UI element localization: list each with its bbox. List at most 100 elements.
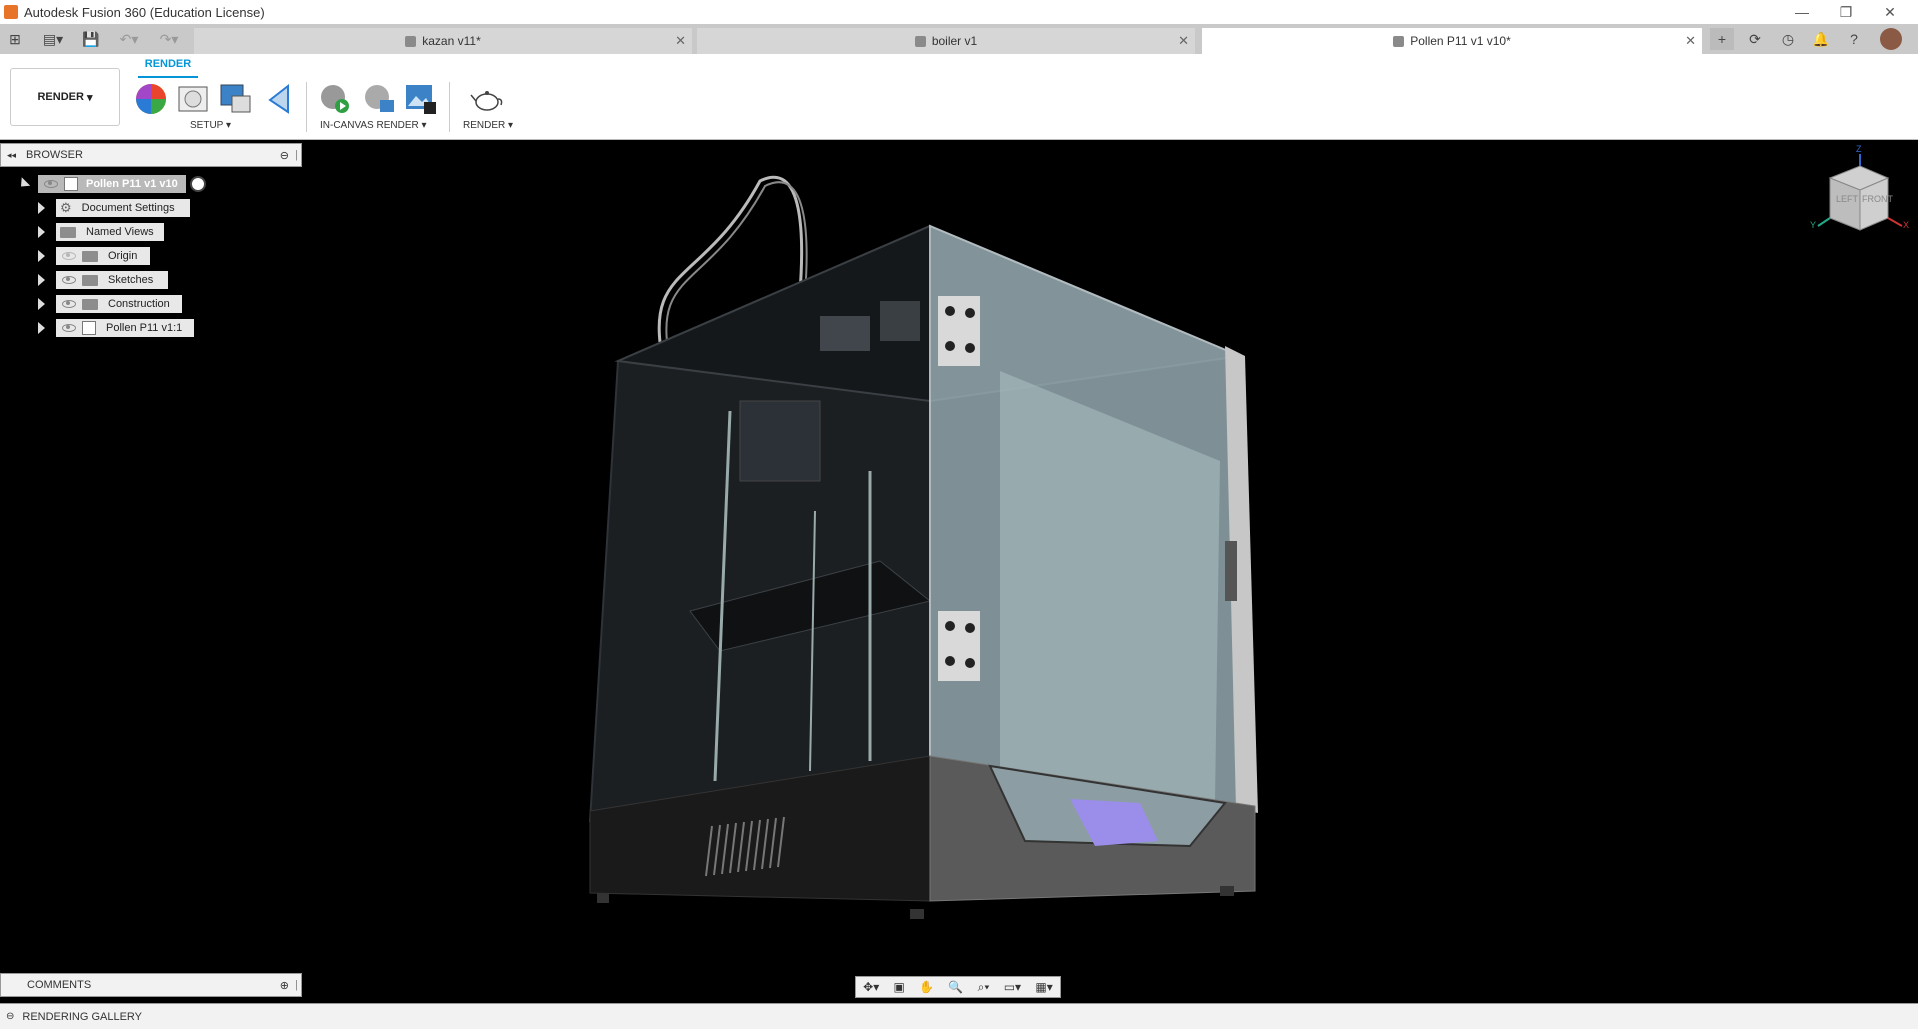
item-label: Pollen P11 v1:1 bbox=[106, 322, 183, 334]
canvas-viewport[interactable] bbox=[0, 141, 1918, 1001]
new-tab-icon[interactable]: + bbox=[1710, 28, 1734, 50]
appearance-icon[interactable] bbox=[134, 82, 168, 116]
browser-item-document-settings[interactable]: ⚙ Document Settings bbox=[38, 199, 190, 217]
visibility-icon[interactable] bbox=[62, 252, 76, 260]
undo-icon[interactable]: ↶▾ bbox=[114, 28, 144, 50]
viewcube[interactable]: LEFT FRONT Z Y X bbox=[1810, 144, 1910, 240]
redo-icon[interactable]: ↷▾ bbox=[154, 28, 184, 50]
title-bar: Autodesk Fusion 360 (Education License) bbox=[0, 0, 1918, 24]
tree-node[interactable]: Origin bbox=[56, 247, 150, 265]
expand-gallery-icon[interactable]: ⊖ bbox=[6, 1011, 14, 1022]
viewcube-front-face[interactable]: FRONT bbox=[1862, 194, 1893, 204]
expand-arrow-icon[interactable] bbox=[38, 250, 45, 262]
ribbon-toolbar: RENDER ▾ RENDER SETUP ▾ IN-CANVAS RENDER… bbox=[0, 54, 1918, 140]
tab-boiler[interactable]: boiler v1 ✕ bbox=[697, 28, 1195, 54]
tree-node[interactable]: Named Views bbox=[56, 223, 164, 241]
pin-icon[interactable]: | bbox=[295, 979, 298, 991]
in-canvas-render-icon[interactable] bbox=[318, 82, 352, 116]
axis-y-label: Y bbox=[1810, 220, 1817, 230]
visibility-icon[interactable] bbox=[62, 276, 76, 284]
render-teapot-icon[interactable] bbox=[470, 82, 504, 116]
notifications-icon[interactable]: 🔔 bbox=[1810, 28, 1832, 50]
job-status-icon[interactable]: ◷ bbox=[1777, 28, 1799, 50]
collapse-panel-icon[interactable]: ◂◂ bbox=[7, 150, 16, 161]
design-icon bbox=[914, 35, 926, 47]
document-tab-bar: ⊞ ▤▾ 💾 ↶▾ ↷▾ kazan v11* ✕ boiler v1 ✕ Po… bbox=[0, 24, 1918, 54]
capture-image-icon[interactable] bbox=[404, 82, 438, 116]
tree-node[interactable]: Construction bbox=[56, 295, 182, 313]
expand-arrow-icon[interactable] bbox=[38, 322, 45, 334]
printer-model bbox=[588, 175, 1258, 919]
visibility-icon[interactable] bbox=[62, 300, 76, 308]
pin-icon[interactable]: | bbox=[295, 149, 298, 161]
maximize-button[interactable]: ❐ bbox=[1824, 0, 1868, 24]
tab-label: Pollen P11 v1 v10* bbox=[1410, 34, 1511, 48]
decal-icon[interactable] bbox=[218, 82, 252, 116]
tree-node[interactable]: ⚙ Document Settings bbox=[56, 199, 190, 217]
look-at-icon[interactable]: ▣ bbox=[894, 980, 905, 994]
close-window-button[interactable]: ✕ bbox=[1868, 0, 1912, 24]
extensions-icon[interactable]: ⟳ bbox=[1744, 28, 1766, 50]
render-group-label[interactable]: RENDER ▾ bbox=[463, 120, 513, 131]
expand-arrow-icon[interactable] bbox=[38, 202, 45, 214]
visibility-icon[interactable] bbox=[62, 324, 76, 332]
close-tab-icon[interactable]: ✕ bbox=[1178, 33, 1189, 49]
display-settings-icon[interactable]: ▭▾ bbox=[1004, 980, 1021, 994]
viewcube-left-face[interactable]: LEFT bbox=[1836, 194, 1858, 204]
close-tab-icon[interactable]: ✕ bbox=[675, 33, 686, 49]
expand-arrow-icon[interactable] bbox=[38, 226, 45, 238]
gear-icon: ⚙ bbox=[60, 200, 72, 215]
tree-node[interactable]: Sketches bbox=[56, 271, 168, 289]
file-menu-icon[interactable]: ▤▾ bbox=[38, 28, 68, 50]
avatar[interactable] bbox=[1880, 28, 1902, 50]
browser-item-sketches[interactable]: Sketches bbox=[38, 271, 168, 289]
component-icon bbox=[64, 177, 78, 191]
item-label: Sketches bbox=[108, 274, 154, 286]
folder-icon bbox=[82, 274, 98, 286]
activate-radio-icon[interactable] bbox=[189, 176, 206, 192]
minimize-button[interactable]: — bbox=[1780, 0, 1824, 24]
tab-label: boiler v1 bbox=[931, 34, 978, 48]
add-comment-icon[interactable]: ⊕ bbox=[280, 979, 289, 992]
design-icon bbox=[1393, 35, 1405, 47]
axis-z-label: Z bbox=[1856, 144, 1862, 154]
item-label: Named Views bbox=[86, 226, 154, 238]
in-canvas-settings-icon[interactable] bbox=[362, 82, 396, 116]
scene-settings-icon[interactable] bbox=[176, 82, 210, 116]
in-canvas-render-group-label[interactable]: IN-CANVAS RENDER ▾ bbox=[320, 120, 427, 131]
browser-item-named-views[interactable]: Named Views bbox=[38, 223, 164, 241]
browser-title: BROWSER bbox=[26, 149, 83, 161]
axis-x-label: X bbox=[1903, 220, 1910, 230]
rendering-gallery-bar[interactable]: ⊖ RENDERING GALLERY bbox=[0, 1003, 1918, 1029]
root-node[interactable]: Pollen P11 v1 v10 bbox=[38, 175, 186, 193]
grid-settings-icon[interactable]: ▦▾ bbox=[1035, 980, 1052, 994]
folder-icon bbox=[60, 226, 76, 238]
pan-icon[interactable]: ✋ bbox=[919, 980, 934, 994]
expand-arrow-icon[interactable] bbox=[38, 298, 45, 310]
browser-root-row[interactable]: Pollen P11 v1 v10 bbox=[16, 175, 206, 193]
expand-arrow-icon[interactable] bbox=[38, 274, 45, 286]
browser-item-construction[interactable]: Construction bbox=[38, 295, 182, 313]
tree-node[interactable]: Pollen P11 v1:1 bbox=[56, 319, 194, 337]
browser-item-component[interactable]: Pollen P11 v1:1 bbox=[38, 319, 194, 337]
zoom-icon[interactable]: 🔍 bbox=[948, 980, 963, 994]
save-icon[interactable]: 💾 bbox=[80, 28, 102, 50]
close-tab-icon[interactable]: ✕ bbox=[1685, 33, 1696, 49]
data-panel-grid-icon[interactable]: ⊞ bbox=[4, 28, 26, 50]
orbit-icon[interactable]: ✥▾ bbox=[863, 980, 879, 994]
divider bbox=[449, 82, 450, 132]
tab-pollen[interactable]: Pollen P11 v1 v10* ✕ bbox=[1202, 28, 1702, 54]
setup-group-label[interactable]: SETUP ▾ bbox=[190, 120, 231, 131]
panel-options-icon[interactable]: ⊖ bbox=[280, 149, 289, 162]
browser-item-origin[interactable]: Origin bbox=[38, 247, 150, 265]
tab-render[interactable]: RENDER bbox=[138, 58, 198, 70]
fusion-app-icon bbox=[4, 5, 18, 19]
texture-map-icon[interactable] bbox=[262, 82, 296, 116]
window-title: Autodesk Fusion 360 (Education License) bbox=[24, 4, 265, 20]
fit-icon[interactable]: ⌕▾ bbox=[978, 980, 990, 995]
tab-kazan[interactable]: kazan v11* ✕ bbox=[194, 28, 692, 54]
help-icon[interactable]: ? bbox=[1843, 28, 1865, 50]
component-icon bbox=[82, 321, 96, 335]
workspace-switcher[interactable]: RENDER ▾ bbox=[10, 68, 120, 126]
visibility-icon[interactable] bbox=[44, 180, 58, 188]
